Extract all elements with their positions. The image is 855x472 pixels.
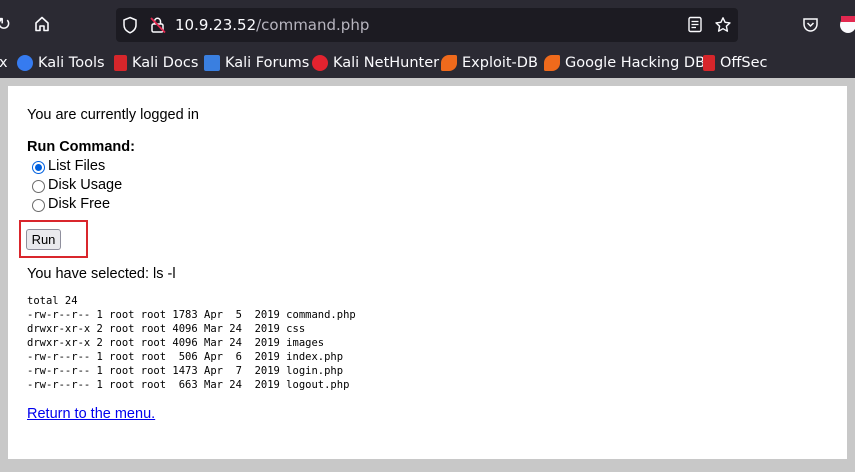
- bookmark-label: Kali Docs: [132, 55, 199, 71]
- option-label[interactable]: Disk Free: [48, 196, 110, 212]
- radio-list-files[interactable]: [32, 161, 45, 174]
- offsec-icon: [703, 55, 715, 71]
- page-viewport: You are currently logged in Run Command:…: [0, 78, 855, 472]
- extensions-icon[interactable]: [838, 14, 855, 38]
- browser-toolbar: ↻ 10.9.23.52/command.php: [0, 0, 855, 48]
- bookmark-star-icon[interactable]: [714, 16, 732, 38]
- run-button[interactable]: Run: [26, 229, 61, 250]
- option-label[interactable]: List Files: [48, 158, 105, 174]
- command-output: total 24 -rw-r--r-- 1 root root 1783 Apr…: [27, 295, 356, 391]
- lock-insecure-icon[interactable]: [149, 16, 167, 38]
- bookmark-kali-forums[interactable]: Kali Forums: [204, 52, 309, 74]
- url-path: /command.php: [256, 16, 370, 34]
- pocket-icon[interactable]: [802, 16, 819, 37]
- bookmark-label: Google Hacking DB: [565, 55, 706, 71]
- kali-forums-icon: [204, 55, 220, 71]
- bookmark-label: Kali Tools: [38, 55, 105, 71]
- run-command-label: Run Command:: [27, 139, 135, 155]
- home-icon[interactable]: [33, 15, 51, 37]
- radio-disk-free[interactable]: [32, 199, 45, 212]
- bookmark-label: OffSec: [720, 55, 768, 71]
- kali-docs-icon: [114, 55, 127, 71]
- bookmark-kali-docs[interactable]: Kali Docs: [114, 52, 198, 74]
- login-status: You are currently logged in: [27, 107, 199, 123]
- bookmark-google-hacking-db[interactable]: Google Hacking DB: [544, 52, 705, 74]
- shield-icon[interactable]: [122, 16, 138, 38]
- bookmarks-toolbar: x Kali Tools Kali Docs Kali Forums Kali …: [0, 48, 855, 79]
- bookmark-overflow[interactable]: x: [0, 52, 8, 74]
- bookmark-label: Kali Forums: [225, 55, 310, 71]
- page-body: You are currently logged in Run Command:…: [8, 86, 847, 459]
- reload-icon[interactable]: ↻: [0, 16, 11, 34]
- selected-command-text: You have selected: ls -l: [27, 266, 176, 282]
- bookmark-offsec[interactable]: OffSec: [703, 52, 768, 74]
- radio-disk-usage[interactable]: [32, 180, 45, 193]
- url-host: 10.9.23.52: [175, 16, 257, 34]
- google-hacking-db-icon: [544, 55, 560, 71]
- bookmark-kali-nethunter[interactable]: Kali NetHunter: [312, 52, 439, 74]
- bookmark-label: Exploit-DB: [462, 55, 538, 71]
- option-label[interactable]: Disk Usage: [48, 177, 122, 193]
- exploit-db-icon: [441, 55, 457, 71]
- bookmark-label: Kali NetHunter: [333, 55, 440, 71]
- bookmark-label: x: [0, 55, 8, 71]
- kali-nethunter-icon: [312, 55, 328, 71]
- bookmark-exploit-db[interactable]: Exploit-DB: [441, 52, 538, 74]
- kali-tools-icon: [17, 55, 33, 71]
- bookmark-kali-tools[interactable]: Kali Tools: [17, 52, 105, 74]
- url-text[interactable]: 10.9.23.52/command.php: [175, 16, 369, 34]
- reader-view-icon[interactable]: [687, 16, 703, 37]
- return-to-menu-link[interactable]: Return to the menu.: [27, 406, 155, 422]
